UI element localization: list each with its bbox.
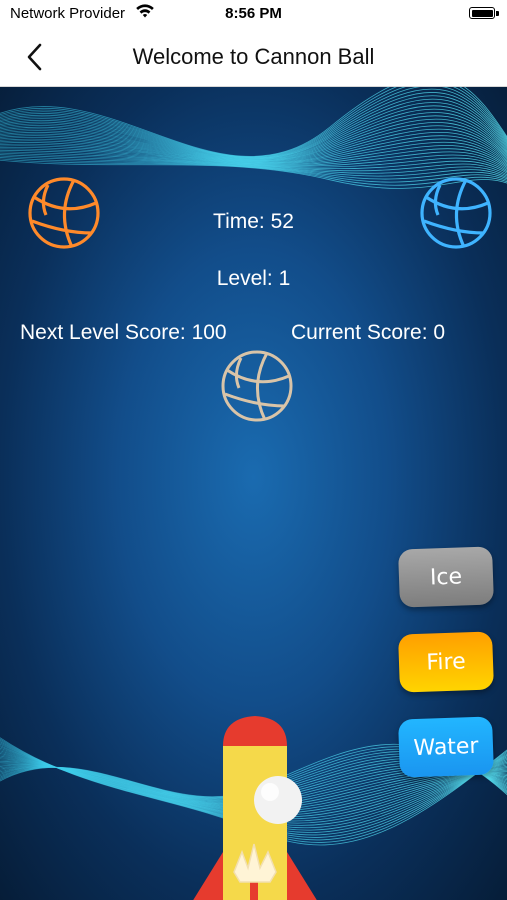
next-level-score: Next Level Score: 100 bbox=[20, 321, 227, 344]
wave-line bbox=[0, 102, 507, 160]
navigation-bar: Welcome to Cannon Ball bbox=[0, 28, 507, 87]
game-area[interactable]: Time: 52 Level: 1 Next Level Score: 100 … bbox=[0, 87, 507, 900]
rocket-right-fin bbox=[287, 852, 317, 900]
time-remaining: Time: 52 bbox=[213, 210, 294, 233]
clock: 8:56 PM bbox=[225, 5, 282, 22]
ice-basketball bbox=[221, 350, 293, 422]
chevron-left-icon[interactable] bbox=[18, 40, 52, 74]
top-wave-lines bbox=[0, 87, 507, 189]
water-button[interactable]: Water bbox=[398, 716, 494, 778]
rocket-nose bbox=[223, 716, 287, 746]
cannon-ball bbox=[254, 776, 302, 824]
status-bar: Network Provider 8:56 PM bbox=[0, 0, 507, 28]
battery-tip bbox=[496, 11, 499, 16]
ice-button[interactable]: Ice bbox=[398, 546, 494, 608]
rocket-left-fin bbox=[193, 852, 223, 900]
fire-button[interactable]: Fire bbox=[398, 631, 494, 693]
wave-line bbox=[0, 87, 507, 158]
rocket-cannon[interactable] bbox=[190, 712, 320, 900]
page-title: Welcome to Cannon Ball bbox=[132, 44, 375, 69]
level-indicator: Level: 1 bbox=[216, 267, 291, 290]
battery-full-icon bbox=[469, 7, 495, 19]
current-score: Current Score: 0 bbox=[291, 321, 446, 344]
